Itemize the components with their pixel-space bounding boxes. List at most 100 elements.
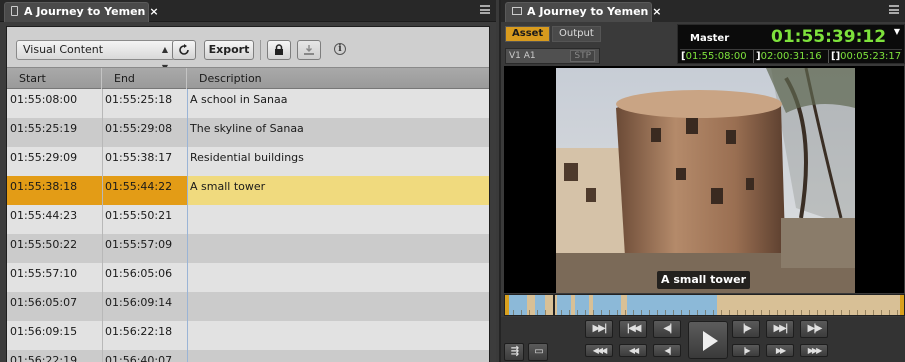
step-forward-out-button[interactable]: ▶▶| <box>585 320 613 338</box>
divider <box>753 50 754 63</box>
end-cell: 01:56:40:07 <box>105 354 173 362</box>
description-cell[interactable]: A small tower <box>187 176 489 205</box>
description-cell[interactable] <box>187 263 489 292</box>
table-row[interactable]: 01:56:09:15 01:56:22:18 <box>7 321 489 350</box>
panel-menu-icon[interactable] <box>889 5 899 14</box>
document-icon <box>11 6 18 16</box>
table-row-selected[interactable]: 01:55:38:18 01:55:44:22 A small tower <box>7 176 489 205</box>
export-button[interactable]: Export <box>204 40 254 60</box>
description-cell[interactable] <box>187 321 489 350</box>
start-cell: 01:55:57:10 <box>10 267 78 280</box>
refresh-icon <box>179 44 189 55</box>
play-button[interactable] <box>688 321 728 359</box>
close-icon[interactable]: × <box>149 5 158 18</box>
end-cell: 01:56:09:14 <box>105 296 173 309</box>
mark-out-handle[interactable] <box>900 295 904 315</box>
column-divider <box>187 89 188 362</box>
column-header-description[interactable]: Description <box>187 68 489 89</box>
duration-timecode: []00:05:23:17 <box>831 51 902 62</box>
content-type-dropdown[interactable]: Visual Content ▲▼ <box>16 40 175 72</box>
logging-body: Visual Content ▲▼ Export i Start End Des… <box>6 26 490 362</box>
rewind-fast-button[interactable]: ◀◀◀ <box>585 344 613 357</box>
output-mode-button[interactable]: Output <box>552 26 601 42</box>
video-monitor[interactable]: A small tower <box>504 66 904 293</box>
track-selector[interactable]: V1 A1 STP <box>505 48 600 64</box>
toggle-tracks-button[interactable]: ⇶ <box>504 343 524 361</box>
description-cell[interactable]: The skyline of Sanaa <box>187 118 489 147</box>
duration-icon: [] <box>831 51 841 62</box>
step-back-button[interactable]: ◀| <box>653 344 681 357</box>
track-label: V1 A1 <box>509 51 536 61</box>
end-cell: 01:56:22:18 <box>105 325 173 338</box>
right-tab-bar: A Journey to Yemen × <box>501 0 905 22</box>
table-row[interactable]: 01:55:08:00 01:55:25:18 A school in Sanaa <box>7 89 489 118</box>
tab-journey-logging[interactable]: A Journey to Yemen × <box>4 2 159 22</box>
logging-panel: A Journey to Yemen× Visual Content ▲▼ Ex… <box>0 0 496 362</box>
mark-out-button[interactable]: |▶ <box>732 320 760 338</box>
table-row[interactable]: 01:55:50:22 01:55:57:09 <box>7 234 489 263</box>
column-header-start[interactable]: Start <box>7 68 102 89</box>
end-cell: 01:56:05:06 <box>105 267 173 280</box>
table-row[interactable]: 01:55:29:09 01:55:38:17 Residential buildi… <box>7 147 489 176</box>
column-divider <box>102 89 103 362</box>
description-cell[interactable]: A school in Sanaa <box>187 89 489 118</box>
monitor-layout-button[interactable]: ▭ <box>528 343 548 361</box>
table-row[interactable]: 01:55:57:10 01:56:05:06 <box>7 263 489 292</box>
fast-forward-max-button[interactable]: ▶▶▶ <box>800 344 828 357</box>
description-cell[interactable] <box>187 205 489 234</box>
step-to-out-button[interactable]: ▶|▶ <box>800 320 828 338</box>
start-cell: 01:55:08:00 <box>10 93 78 106</box>
start-cell: 01:55:29:09 <box>10 151 78 164</box>
lock-button[interactable] <box>267 40 291 60</box>
monitor-panel: A Journey to Yemen × Asset Output V1 A1 … <box>499 0 905 362</box>
description-cell[interactable] <box>187 292 489 321</box>
mark-in-handle[interactable] <box>505 295 509 315</box>
fast-forward-button[interactable]: ▶▶ <box>766 344 794 357</box>
start-cell: 01:55:44:23 <box>10 209 78 222</box>
end-cell: 01:55:50:21 <box>105 209 173 222</box>
column-header-end[interactable]: End <box>102 68 187 89</box>
start-cell: 01:56:22:19 <box>10 354 78 362</box>
timecode-display: Master 01:55:39:12 ▼ [01:55:08:00 ]02:00… <box>677 24 905 64</box>
refresh-button[interactable] <box>172 40 196 60</box>
mark-in-button[interactable]: ◀| <box>653 320 681 338</box>
toolbar-divider <box>260 40 261 60</box>
table-row[interactable]: 01:56:05:07 01:56:09:14 <box>7 292 489 321</box>
start-cell: 01:55:50:22 <box>10 238 78 251</box>
info-icon[interactable]: i <box>334 43 346 55</box>
step-forward-button[interactable]: |▶ <box>732 344 760 357</box>
position-bar[interactable] <box>504 294 905 316</box>
description-cell[interactable]: Residential buildings <box>187 147 489 176</box>
left-tab-bar: A Journey to Yemen × <box>0 0 496 22</box>
table-row[interactable]: 01:55:25:19 01:55:29:08 The skyline of San… <box>7 118 489 147</box>
download-icon <box>304 45 314 55</box>
end-cell: 01:55:29:08 <box>105 122 173 135</box>
table-row[interactable]: 01:56:22:19 01:56:40:07 <box>7 350 489 362</box>
tab-title: A Journey to Yemen <box>527 5 649 18</box>
tab-journey-monitor[interactable]: A Journey to Yemen × <box>505 2 661 22</box>
timeline-ticks <box>505 310 904 315</box>
tab-title: A Journey to Yemen <box>24 5 146 18</box>
panel-menu-icon[interactable] <box>480 5 490 14</box>
asset-mode-button[interactable]: Asset <box>505 26 551 42</box>
download-button[interactable] <box>297 40 321 60</box>
table-header: Start End Description <box>7 67 489 89</box>
video-frame <box>556 68 855 293</box>
log-table-body: 01:55:08:00 01:55:25:18 A school in Sanaa … <box>7 89 489 362</box>
rewind-button[interactable]: ◀◀ <box>619 344 647 357</box>
description-cell[interactable] <box>187 234 489 263</box>
go-to-in-button[interactable]: |◀◀ <box>619 320 647 338</box>
mark-in-timecode: [01:55:08:00 <box>681 51 747 62</box>
playhead[interactable] <box>553 295 555 315</box>
timecode-source-label[interactable]: Master <box>690 33 729 44</box>
stp-button[interactable]: STP <box>570 50 595 62</box>
end-cell: 01:55:44:22 <box>102 176 187 205</box>
timecode-dropdown-icon[interactable]: ▼ <box>894 27 900 36</box>
lock-icon <box>275 44 283 55</box>
go-to-out-button[interactable]: ▶▶| <box>766 320 794 338</box>
description-cell[interactable] <box>187 350 489 362</box>
monitor-icon <box>512 7 522 15</box>
close-icon[interactable]: × <box>652 5 661 18</box>
start-cell: 01:55:25:19 <box>10 122 78 135</box>
table-row[interactable]: 01:55:44:23 01:55:50:21 <box>7 205 489 234</box>
